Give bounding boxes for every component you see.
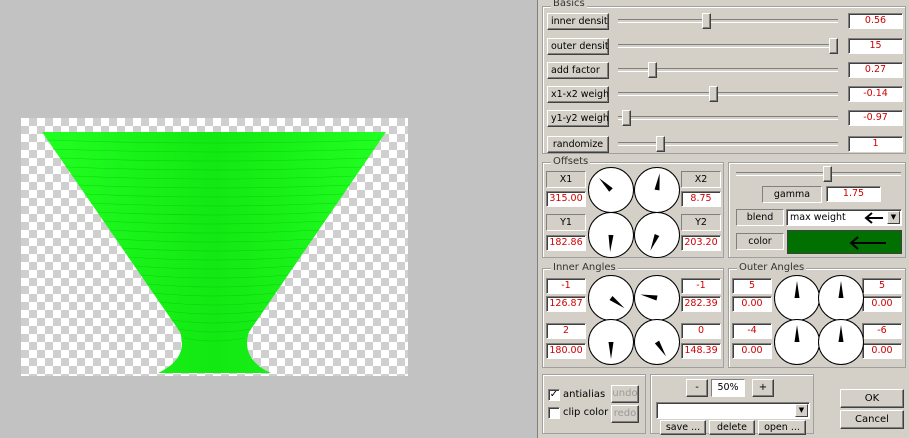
- redo-button[interactable]: redo: [611, 405, 639, 423]
- basics-row-value[interactable]: -0.14: [848, 86, 903, 102]
- y2-label: Y2: [681, 214, 721, 231]
- options-group: [542, 374, 646, 434]
- checkmark-icon: ✓: [549, 389, 559, 400]
- preset-select[interactable]: ▼: [656, 402, 810, 419]
- outer-br-dial[interactable]: [818, 319, 864, 365]
- x1-label: X1: [546, 171, 586, 188]
- x1-value[interactable]: 315.00: [546, 191, 586, 207]
- zoom-out-button[interactable]: -: [686, 379, 708, 397]
- outer-br-a[interactable]: -6: [862, 323, 902, 339]
- inner-tr-b[interactable]: 282.39: [681, 296, 721, 312]
- ok-button[interactable]: OK: [840, 389, 904, 408]
- randomize-slider-thumb[interactable]: [655, 136, 665, 152]
- x2-value[interactable]: 8.75: [681, 191, 721, 207]
- randomize-button[interactable]: randomize: [547, 136, 609, 153]
- martini-shape: [42, 132, 386, 373]
- open-button[interactable]: open ...: [758, 420, 806, 435]
- save-button[interactable]: save ...: [660, 420, 706, 435]
- gamma-label: gamma: [762, 186, 822, 203]
- y1-label: Y1: [546, 214, 586, 231]
- outer-bl-a[interactable]: -4: [732, 323, 772, 339]
- outer-bl-b[interactable]: 0.00: [732, 343, 772, 359]
- blend-label: blend: [736, 209, 784, 226]
- randomize-slider-track[interactable]: [618, 142, 838, 146]
- inner-br-dial[interactable]: [634, 319, 680, 365]
- preview-area: [0, 0, 537, 438]
- outer-bl-dial[interactable]: [774, 319, 820, 365]
- outer-tr-dial[interactable]: [818, 275, 864, 321]
- delete-button[interactable]: delete: [709, 420, 755, 435]
- inner-br-a[interactable]: 0: [681, 323, 721, 339]
- basics-row-slider-track[interactable]: [618, 19, 838, 23]
- basics-row-slider-track[interactable]: [618, 44, 838, 48]
- inner-angles-title: Inner Angles: [551, 262, 618, 273]
- basics-row-label: inner density: [547, 13, 609, 30]
- x2-label: X2: [681, 171, 721, 188]
- clip-color-checkbox[interactable]: [548, 407, 560, 419]
- outer-tl-dial[interactable]: [774, 275, 820, 321]
- clip-color-label: clip color: [563, 407, 609, 418]
- inner-tl-a[interactable]: -1: [546, 278, 586, 294]
- basics-row-value[interactable]: -0.97: [848, 110, 903, 126]
- y2-dial[interactable]: [634, 212, 680, 258]
- outer-tl-a[interactable]: 5: [732, 278, 772, 294]
- basics-row-label: y1-y2 weight: [547, 110, 609, 127]
- outer-tr-b[interactable]: 0.00: [862, 296, 902, 312]
- basics-row-value[interactable]: 0.56: [848, 13, 903, 29]
- inner-tr-a[interactable]: -1: [681, 278, 721, 294]
- undo-button[interactable]: undo: [611, 385, 639, 403]
- basics-row-label: x1-x2 weight: [547, 86, 609, 103]
- basics-row-slider-track[interactable]: [618, 116, 838, 120]
- antialias-checkbox[interactable]: ✓: [548, 389, 560, 401]
- inner-bl-b[interactable]: 180.00: [546, 343, 586, 359]
- basics-row-label: outer density: [547, 38, 609, 55]
- x1-dial[interactable]: [588, 167, 634, 213]
- basics-row-slider-thumb[interactable]: [829, 38, 838, 54]
- y1-value[interactable]: 182.86: [546, 235, 586, 251]
- y2-value[interactable]: 203.20: [681, 235, 721, 251]
- x2-dial[interactable]: [634, 167, 680, 213]
- render-canvas[interactable]: [21, 118, 408, 376]
- gamma-slider-track[interactable]: [736, 172, 901, 176]
- inner-bl-dial[interactable]: [588, 319, 634, 365]
- basics-row-label: add factor: [547, 62, 609, 79]
- zoom-in-button[interactable]: +: [752, 379, 774, 397]
- basics-row-slider-thumb[interactable]: [647, 62, 657, 78]
- zoom-value[interactable]: 50%: [711, 379, 745, 397]
- chevron-down-icon[interactable]: ▼: [795, 404, 808, 417]
- basics-row-slider-thumb[interactable]: [708, 86, 718, 102]
- antialias-label: antialias: [563, 389, 606, 400]
- gamma-slider-thumb[interactable]: [823, 166, 833, 182]
- inner-bl-a[interactable]: 2: [546, 323, 586, 339]
- gamma-value[interactable]: 1.75: [826, 186, 881, 202]
- inner-tl-b[interactable]: 126.87: [546, 296, 586, 312]
- settings-panel: Basics randomize 1 Offsets X1 315.00 Y1 …: [537, 0, 909, 438]
- inner-br-b[interactable]: 148.39: [681, 343, 721, 359]
- arrow-left-icon: [864, 212, 883, 224]
- chevron-down-icon[interactable]: ▼: [887, 211, 900, 224]
- cancel-button[interactable]: Cancel: [840, 410, 904, 429]
- basics-row-value[interactable]: 15: [848, 38, 903, 54]
- y1-dial[interactable]: [588, 212, 634, 258]
- outer-tr-a[interactable]: 5: [862, 278, 902, 294]
- basics-row-slider-thumb[interactable]: [702, 13, 712, 29]
- blend-select[interactable]: max weight ▼: [786, 209, 902, 226]
- arrow-left-icon: [849, 236, 886, 250]
- basics-title: Basics: [551, 0, 587, 9]
- color-swatch[interactable]: [787, 230, 902, 254]
- outer-tl-b[interactable]: 0.00: [732, 296, 772, 312]
- outer-angles-title: Outer Angles: [737, 262, 807, 273]
- offsets-title: Offsets: [551, 156, 591, 167]
- color-label: color: [736, 233, 784, 250]
- outer-br-b[interactable]: 0.00: [862, 343, 902, 359]
- inner-tr-dial[interactable]: [634, 275, 680, 321]
- basics-row-value[interactable]: 0.27: [848, 62, 903, 78]
- randomize-value[interactable]: 1: [848, 136, 903, 152]
- basics-row-slider-track[interactable]: [618, 92, 838, 96]
- blend-selected-value: max weight: [790, 212, 846, 223]
- basics-row-slider-thumb[interactable]: [622, 110, 632, 126]
- inner-tl-dial[interactable]: [588, 275, 634, 321]
